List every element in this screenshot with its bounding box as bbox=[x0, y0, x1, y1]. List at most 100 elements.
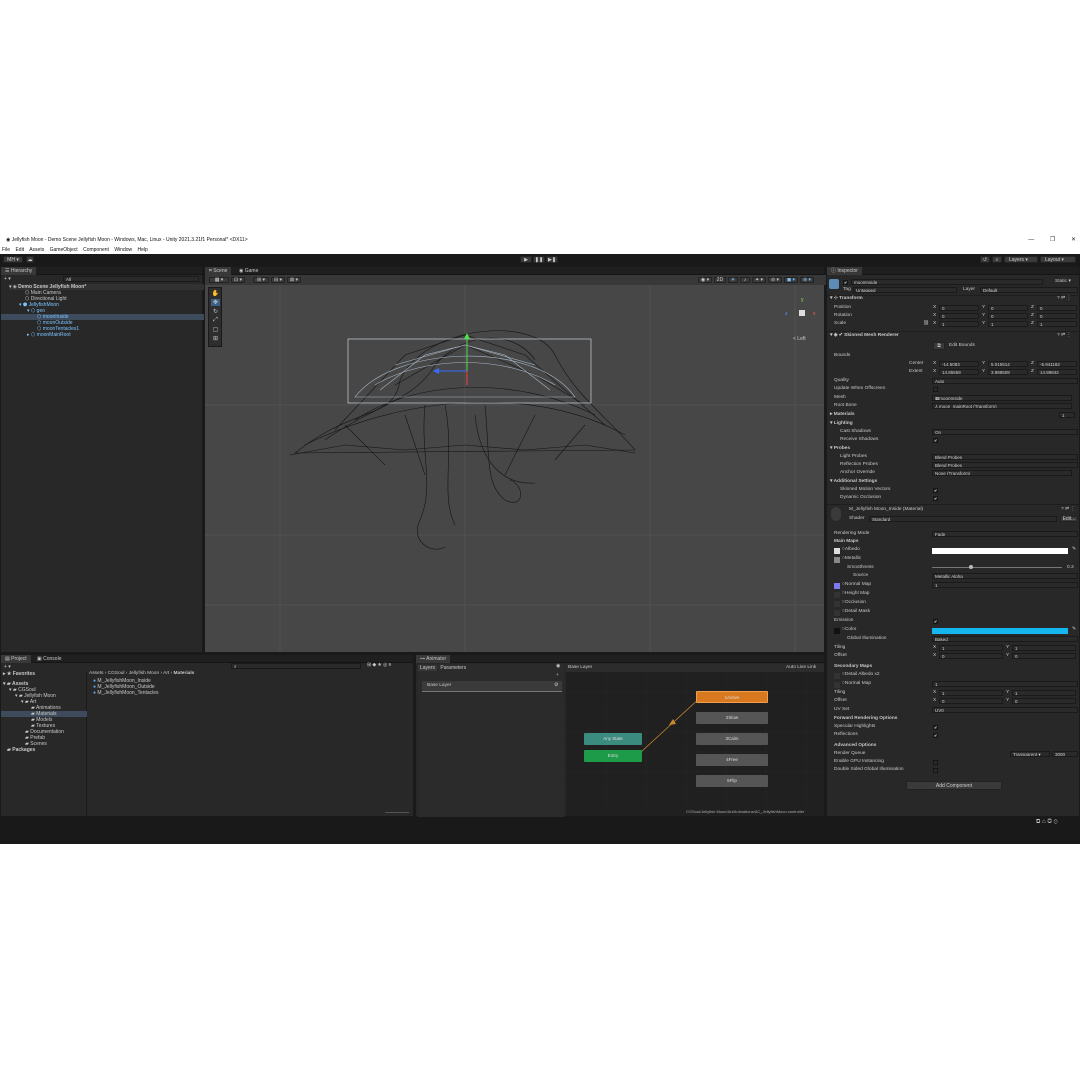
rotation-z-field[interactable]: 0 bbox=[1037, 313, 1077, 319]
render-mode-dropdown[interactable]: ◉ ▾ bbox=[698, 277, 712, 283]
gizmos-dropdown[interactable]: ⊕ ▾ bbox=[800, 277, 814, 283]
detail-mask-texture-slot[interactable] bbox=[834, 610, 840, 616]
add-component-button[interactable]: Add Component bbox=[906, 781, 1002, 790]
menu-file[interactable]: File bbox=[2, 247, 10, 253]
receive-shadows-checkbox[interactable]: ✔ bbox=[933, 438, 938, 443]
hierarchy-item-mooninside[interactable]: ⬡ moonInside bbox=[1, 314, 204, 320]
layout-dropdown[interactable]: Layout ▾ bbox=[1040, 256, 1076, 263]
source-dropdown[interactable]: Metallic Alpha bbox=[932, 573, 1078, 579]
emission-texture-slot[interactable] bbox=[834, 628, 840, 634]
effects-dropdown[interactable]: ✦ ▾ bbox=[752, 277, 766, 283]
detail-normal-texture-slot[interactable] bbox=[834, 682, 840, 688]
anchor-override-field[interactable]: None (Transform) bbox=[932, 470, 1072, 476]
orientation-gizmo[interactable]: y z x bbox=[783, 297, 819, 333]
render-queue-field[interactable]: 3000 bbox=[1052, 751, 1078, 757]
menu-component[interactable]: Component bbox=[83, 247, 109, 253]
render-queue-dropdown[interactable]: Transparent ▾ bbox=[1010, 751, 1050, 757]
gear-icon[interactable]: ⚙ bbox=[554, 683, 558, 689]
renderer-menu-icon[interactable]: ? ⇌ ⋮ bbox=[1057, 333, 1071, 339]
2d-toggle[interactable]: 2D bbox=[714, 277, 726, 283]
history-icon[interactable]: ↺ bbox=[980, 256, 990, 263]
tag-dropdown[interactable]: Untagged bbox=[853, 287, 957, 293]
light-probes-dropdown[interactable]: Blend Probes bbox=[932, 454, 1078, 460]
project-add-button[interactable]: + ▾ bbox=[4, 664, 11, 670]
auto-live-link-toggle[interactable]: Auto Live Link bbox=[786, 665, 816, 671]
file-item[interactable]: ● M_JellyfishMoon_Tentacles bbox=[93, 690, 159, 696]
reflections-checkbox[interactable]: ✔ bbox=[933, 733, 938, 738]
eyedropper-icon[interactable]: ✎ bbox=[1072, 547, 1076, 553]
offset2-x-field[interactable]: 0 bbox=[939, 698, 1003, 704]
tiling-y-field[interactable]: 1 bbox=[1012, 645, 1076, 651]
search-icon[interactable]: ⌕ bbox=[992, 256, 1002, 263]
tab-hierarchy[interactable]: ☰ Hierarchy bbox=[1, 267, 37, 275]
detail-normal-scale-field[interactable]: 1 bbox=[932, 681, 1078, 687]
materials-count-field[interactable]: 1 bbox=[1059, 412, 1075, 418]
shader-edit-button[interactable]: Edit... bbox=[1060, 516, 1078, 522]
tiling-x-field[interactable]: 1 bbox=[939, 645, 1003, 651]
menu-window[interactable]: Window bbox=[114, 247, 132, 253]
scale-y-field[interactable]: 1 bbox=[988, 321, 1028, 327]
state-any-state[interactable]: Any State bbox=[584, 733, 642, 745]
static-toggle[interactable]: Static ▾ bbox=[1055, 279, 1071, 285]
state-4free[interactable]: 4Free bbox=[696, 754, 768, 766]
object-name-field[interactable]: moonInside bbox=[851, 279, 1043, 285]
layers-dropdown[interactable]: Layers ▾ bbox=[1004, 256, 1038, 263]
grid-dropdown[interactable]: ⊞ ▾ bbox=[253, 277, 269, 283]
state-entry[interactable]: Entry bbox=[584, 750, 642, 762]
transform-header[interactable]: ▾ ⊹ Transform bbox=[830, 296, 863, 302]
update-offscreen-checkbox[interactable] bbox=[933, 387, 938, 392]
scene-viewport[interactable] bbox=[205, 285, 824, 652]
position-y-field[interactable]: 0 bbox=[988, 305, 1028, 311]
play-button[interactable]: ▶ bbox=[520, 256, 532, 263]
center-y-field[interactable]: 5.015514 bbox=[988, 361, 1028, 367]
offset2-y-field[interactable]: 0 bbox=[1012, 698, 1076, 704]
occlusion-texture-slot[interactable] bbox=[834, 601, 840, 607]
smoothness-value[interactable]: 0.3 bbox=[1067, 565, 1074, 571]
mesh-field[interactable]: ▦moonInside bbox=[932, 395, 1072, 401]
crumb-art[interactable]: Art bbox=[163, 671, 169, 676]
project-search-input[interactable]: ⌕ bbox=[231, 663, 361, 669]
active-checkbox[interactable]: ✔ bbox=[843, 280, 848, 285]
add-layer-icon[interactable]: + bbox=[556, 673, 559, 679]
menu-gameobject[interactable]: GameObject bbox=[50, 247, 78, 253]
pause-button[interactable]: ❚❚ bbox=[533, 256, 545, 263]
gpu-instancing-checkbox[interactable] bbox=[933, 760, 938, 765]
albedo-texture-slot[interactable] bbox=[834, 548, 840, 554]
layer-dropdown[interactable]: Default bbox=[980, 287, 1078, 293]
tiling2-x-field[interactable]: 1 bbox=[939, 690, 1003, 696]
height-texture-slot[interactable] bbox=[834, 592, 840, 598]
extent-x-field[interactable]: 14.85559 bbox=[939, 369, 979, 375]
favorites-item[interactable]: ▸ ★ Favorites bbox=[3, 671, 35, 677]
global-illum-dropdown[interactable]: Baked bbox=[932, 636, 1078, 642]
crumb-materials[interactable]: Materials bbox=[174, 671, 195, 676]
pivot-dropdown[interactable]: ⊡ ▾ bbox=[231, 277, 245, 283]
icon-size-slider[interactable] bbox=[385, 812, 409, 813]
quality-dropdown[interactable]: Auto bbox=[932, 378, 1078, 384]
tab-inspector[interactable]: ⓘ Inspector bbox=[827, 267, 862, 275]
packages-item[interactable]: ▰ Packages bbox=[7, 747, 35, 753]
step-button[interactable]: ▶❚ bbox=[546, 256, 558, 263]
root-bone-field[interactable]: ⅄ moon_mainRoot (Transform) bbox=[932, 403, 1072, 409]
account-button[interactable]: MH ▾ bbox=[3, 256, 23, 263]
hidden-objects-icon[interactable]: ⊘ ▾ bbox=[768, 277, 782, 283]
tab-scene[interactable]: ⌗ Scene bbox=[205, 267, 232, 275]
tab-project[interactable]: ▤ Project bbox=[1, 655, 31, 663]
crumb-jellyfish[interactable]: Jellyfish Moon bbox=[129, 671, 159, 676]
tab-parameters[interactable]: Parameters bbox=[438, 665, 468, 671]
state-2slow[interactable]: 2Slow bbox=[696, 712, 768, 724]
uv-set-dropdown[interactable]: UV0 bbox=[932, 707, 1078, 713]
double-sided-checkbox[interactable] bbox=[933, 768, 938, 773]
menu-edit[interactable]: Edit bbox=[15, 247, 24, 253]
position-x-field[interactable]: 0 bbox=[939, 305, 979, 311]
persp-label[interactable]: < Left bbox=[793, 336, 806, 342]
detail-albedo-texture-slot[interactable] bbox=[834, 673, 840, 679]
menu-assets[interactable]: Assets bbox=[29, 247, 44, 253]
tab-layers[interactable]: Layers bbox=[418, 665, 438, 671]
tab-animator[interactable]: ⊶ Animator bbox=[416, 655, 451, 663]
camera-dropdown[interactable]: ◼ ▾ bbox=[784, 277, 798, 283]
eyedropper-icon[interactable]: ✎ bbox=[1072, 627, 1076, 633]
probes-foldout[interactable]: ▾ Probes bbox=[830, 446, 850, 452]
reflection-probes-dropdown[interactable]: Blend Probes bbox=[932, 462, 1078, 468]
smoothness-slider-knob[interactable] bbox=[969, 565, 973, 569]
eye-icon[interactable]: ◉ bbox=[556, 664, 560, 670]
